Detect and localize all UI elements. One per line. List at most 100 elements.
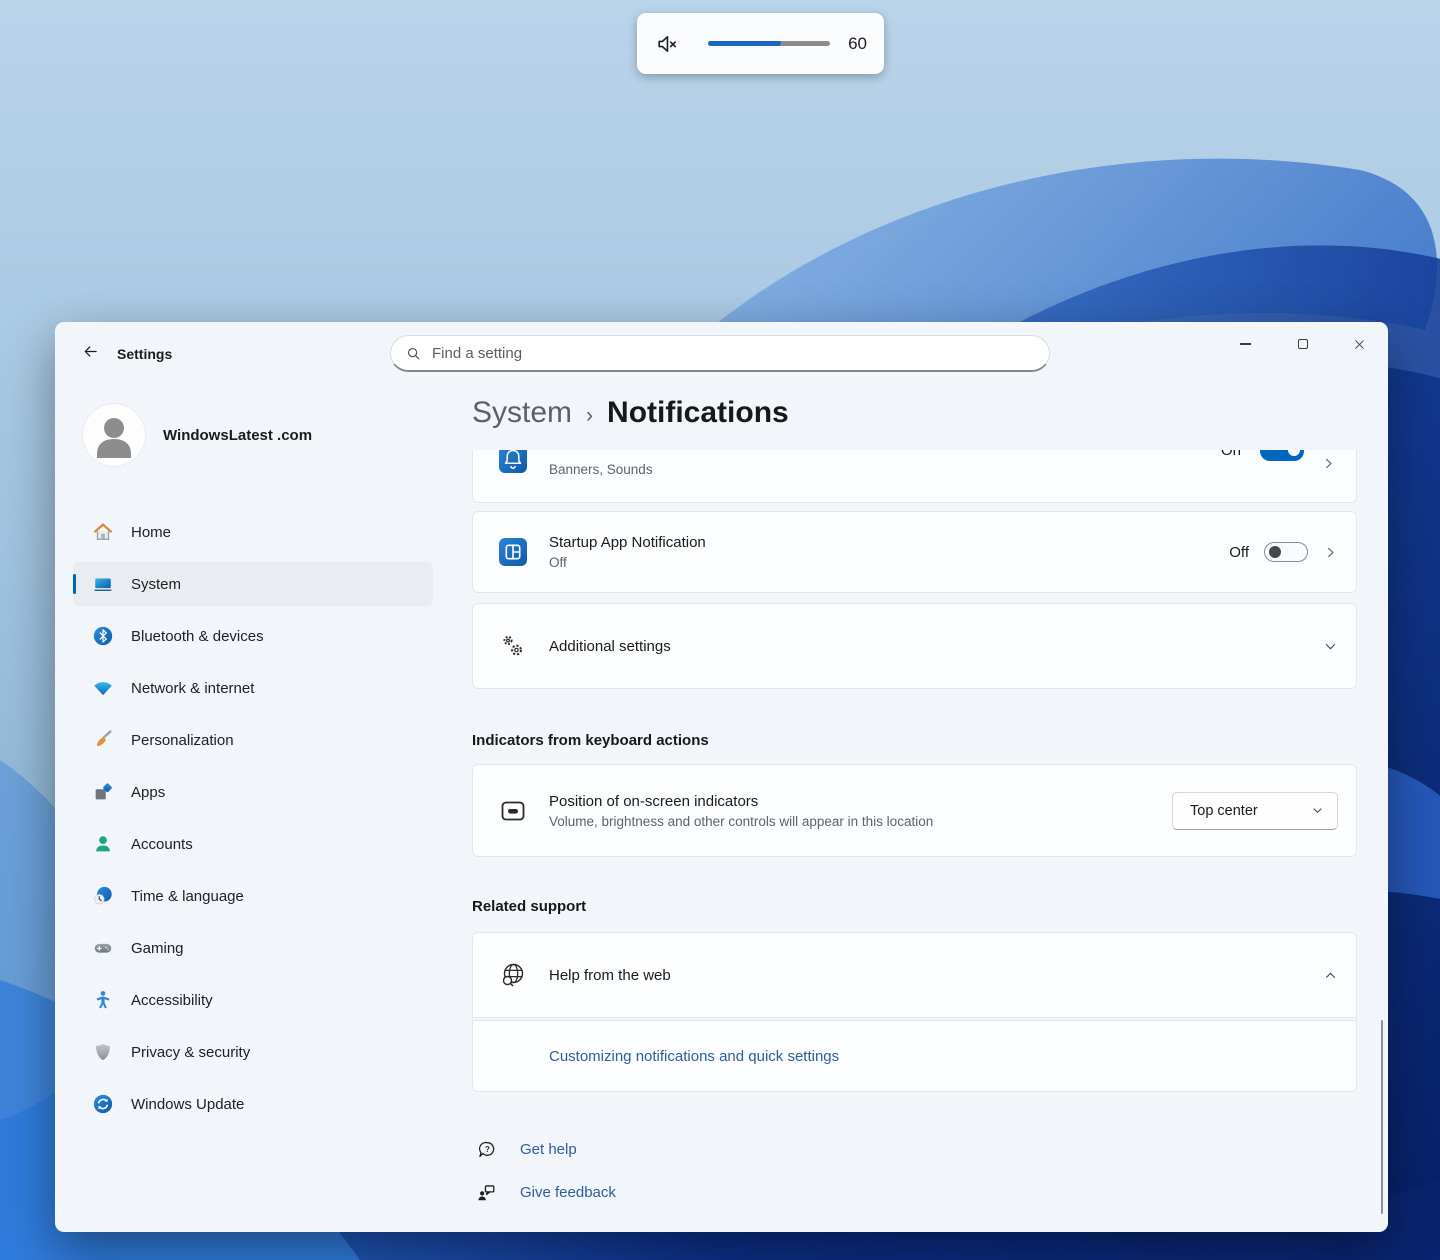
get-help-label: Get help	[520, 1141, 577, 1158]
position-dropdown[interactable]: Top center	[1172, 792, 1338, 830]
window-controls	[1217, 322, 1388, 366]
windows-update-icon	[92, 1093, 114, 1115]
toggle-state-label: Off	[1229, 544, 1249, 561]
gaming-icon	[92, 937, 114, 959]
sidebar-item-label: Network & internet	[131, 680, 254, 697]
svg-text:?: ?	[485, 1144, 490, 1153]
sidebar-item-label: Windows Update	[131, 1096, 244, 1113]
position-subtitle: Volume, brightness and other controls wi…	[549, 814, 933, 829]
notifications-subtitle: Banners, Sounds	[549, 462, 653, 477]
sidebar-item-accounts[interactable]: Accounts	[73, 822, 433, 866]
bluetooth-icon	[92, 625, 114, 647]
sidebar-item-windows-update[interactable]: Windows Update	[73, 1082, 433, 1126]
startup-app-icon	[498, 537, 528, 567]
sidebar-item-accessibility[interactable]: Accessibility	[73, 978, 433, 1022]
desktop: 60 Settings	[0, 0, 1440, 1260]
back-arrow-icon	[82, 343, 99, 360]
position-title: Position of on-screen indicators	[549, 793, 933, 810]
sidebar-item-network-internet[interactable]: Network & internet	[73, 666, 433, 710]
volume-value: 60	[848, 34, 867, 54]
section-title-keyboard-indicators: Indicators from keyboard actions	[472, 732, 709, 749]
give-feedback-icon	[476, 1182, 497, 1203]
section-title-related-support: Related support	[472, 898, 586, 915]
app-title: Settings	[117, 346, 172, 362]
position-dropdown-value: Top center	[1190, 803, 1258, 819]
give-feedback-link[interactable]: Give feedback	[476, 1178, 616, 1206]
system-icon	[92, 573, 114, 595]
person-icon	[83, 404, 145, 466]
volume-slider[interactable]	[708, 41, 830, 46]
close-button[interactable]	[1331, 322, 1388, 366]
sidebar-nav: Home System Bluetooth & devices	[73, 510, 433, 1134]
sidebar-item-bluetooth-devices[interactable]: Bluetooth & devices	[73, 614, 433, 658]
network-icon	[92, 677, 114, 699]
sidebar-item-time-language[interactable]: Time & language	[73, 874, 433, 918]
startup-app-notification-row[interactable]: Startup App Notification Off Off	[472, 511, 1357, 593]
user-profile[interactable]: WindowsLatest .com	[83, 404, 312, 466]
sidebar-item-gaming[interactable]: Gaming	[73, 926, 433, 970]
startup-toggle[interactable]	[1264, 542, 1308, 562]
breadcrumb-separator: ›	[586, 404, 593, 428]
back-button[interactable]	[73, 335, 107, 367]
search-input[interactable]	[432, 345, 1034, 362]
sidebar-item-label: Time & language	[131, 888, 244, 905]
apps-icon	[92, 781, 114, 803]
chevron-down-icon	[1311, 804, 1324, 817]
chevron-right-icon	[1323, 545, 1338, 560]
page-title: Notifications	[607, 396, 789, 430]
sidebar-item-label: Home	[131, 524, 171, 541]
gears-icon	[498, 631, 528, 661]
breadcrumb-parent[interactable]: System	[472, 396, 572, 430]
maximize-icon	[1298, 339, 1308, 349]
notifications-master-row[interactable]: Banners, Sounds On	[472, 450, 1357, 503]
help-link-row: Customizing notifications and quick sett…	[472, 1020, 1357, 1092]
search-icon	[406, 346, 421, 361]
search-box[interactable]	[390, 335, 1050, 372]
give-feedback-label: Give feedback	[520, 1184, 616, 1201]
help-from-web-title: Help from the web	[549, 967, 671, 984]
selected-indicator	[73, 574, 76, 594]
screen-indicator-icon	[498, 796, 528, 826]
get-help-link[interactable]: ? Get help	[476, 1135, 577, 1163]
position-indicators-row: Position of on-screen indicators Volume,…	[472, 764, 1357, 857]
sidebar-item-home[interactable]: Home	[73, 510, 433, 554]
sidebar-item-label: Privacy & security	[131, 1044, 250, 1061]
personalization-icon	[92, 729, 114, 751]
settings-rows: Banners, Sounds On Startup App N	[472, 450, 1357, 1232]
main-content: System › Notifications Banners, Sounds O…	[470, 380, 1388, 1232]
privacy-shield-icon	[92, 1041, 114, 1063]
sidebar-item-label: Personalization	[131, 732, 234, 749]
startup-title: Startup App Notification	[549, 534, 706, 551]
get-help-icon: ?	[476, 1139, 497, 1160]
sidebar-item-apps[interactable]: Apps	[73, 770, 433, 814]
home-icon	[92, 521, 114, 543]
volume-slider-fill	[708, 41, 781, 46]
sidebar-item-label: Accessibility	[131, 992, 213, 1009]
accounts-icon	[92, 833, 114, 855]
time-language-icon	[92, 885, 114, 907]
user-name: WindowsLatest .com	[163, 427, 312, 444]
additional-settings-row[interactable]: Additional settings	[472, 603, 1357, 689]
help-from-web-row[interactable]: Help from the web	[472, 932, 1357, 1018]
sidebar-item-system[interactable]: System	[73, 562, 433, 606]
maximize-button[interactable]	[1274, 322, 1331, 366]
sidebar-item-personalization[interactable]: Personalization	[73, 718, 433, 762]
minimize-icon	[1240, 343, 1251, 344]
sidebar-item-label: Accounts	[131, 836, 193, 853]
sidebar-item-label: Gaming	[131, 940, 184, 957]
volume-osd: 60	[637, 13, 884, 74]
globe-search-icon	[498, 960, 528, 990]
settings-window: Settings Wi	[55, 322, 1388, 1232]
sidebar-item-label: Bluetooth & devices	[131, 628, 264, 645]
notifications-toggle[interactable]	[1260, 450, 1304, 461]
minimize-button[interactable]	[1217, 322, 1274, 366]
accessibility-icon	[92, 989, 114, 1011]
toggle-state-label: On	[1221, 450, 1241, 459]
chevron-up-icon	[1323, 968, 1338, 983]
scrollbar[interactable]	[1381, 1020, 1383, 1214]
breadcrumb: System › Notifications	[472, 396, 789, 430]
startup-subtitle: Off	[549, 555, 706, 570]
help-link[interactable]: Customizing notifications and quick sett…	[549, 1048, 839, 1065]
sidebar-item-label: Apps	[131, 784, 165, 801]
sidebar-item-privacy-security[interactable]: Privacy & security	[73, 1030, 433, 1074]
